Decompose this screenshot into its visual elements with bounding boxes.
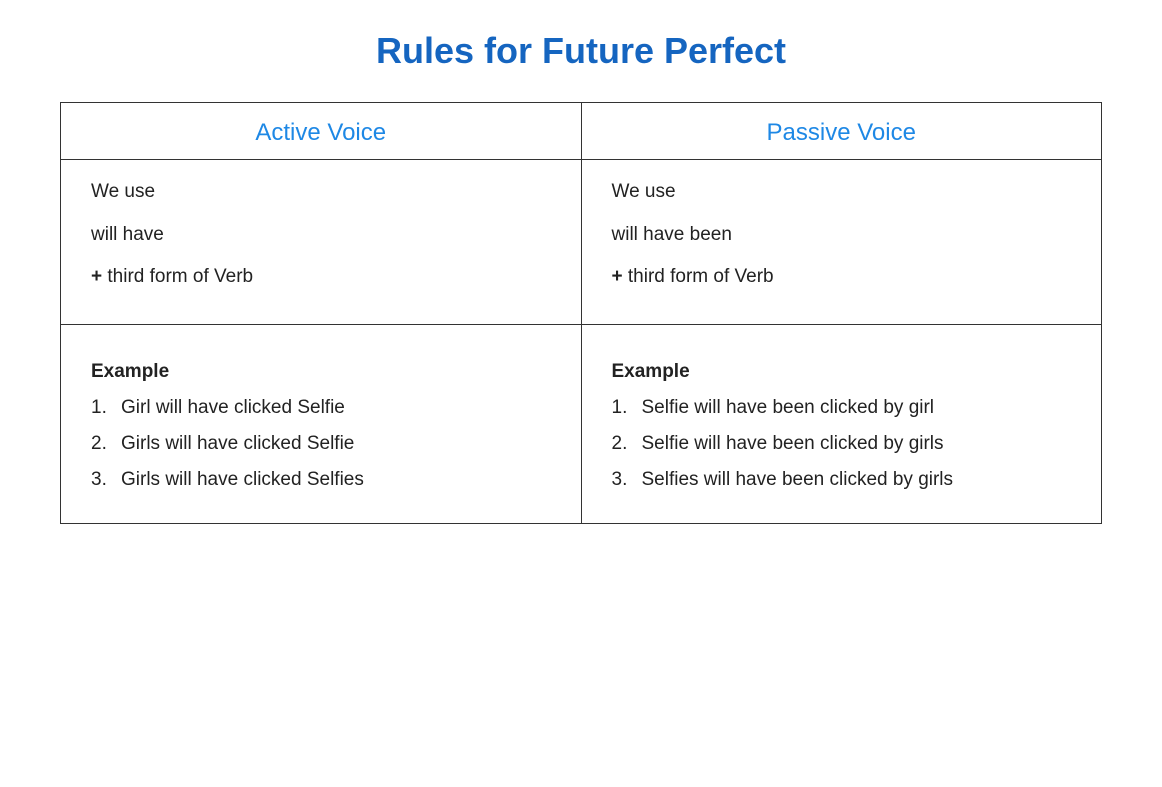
active-plus-sign: + — [91, 266, 102, 287]
active-verb-form: third form of Verb — [107, 266, 253, 287]
active-rule-line2: will have — [91, 221, 551, 250]
active-example-3: 3. Girls will have clicked Selfies — [91, 469, 551, 491]
active-example-3-num: 3. — [91, 469, 121, 491]
passive-voice-header: Passive Voice — [581, 103, 1102, 160]
passive-example-3: 3. Selfies will have been clicked by gir… — [612, 469, 1072, 491]
passive-examples-cell: Example 1. Selfie will have been clicked… — [581, 324, 1102, 523]
active-example-1-text: Girl will have clicked Selfie — [121, 397, 345, 419]
passive-verb-form: third form of Verb — [628, 266, 774, 287]
passive-example-3-num: 3. — [612, 469, 642, 491]
passive-rule-line3: + third form of Verb — [612, 263, 1072, 292]
rules-table: Active Voice Passive Voice We use will h… — [60, 102, 1102, 524]
active-voice-header: Active Voice — [61, 103, 582, 160]
active-example-2-text: Girls will have clicked Selfie — [121, 433, 354, 455]
active-example-label: Example — [91, 361, 551, 383]
passive-example-2-text: Selfie will have been clicked by girls — [642, 433, 944, 455]
passive-example-label: Example — [612, 361, 1072, 383]
active-example-3-text: Girls will have clicked Selfies — [121, 469, 364, 491]
passive-example-3-text: Selfies will have been clicked by girls — [642, 469, 954, 491]
active-example-2-num: 2. — [91, 433, 121, 455]
active-examples-cell: Example 1. Girl will have clicked Selfie… — [61, 324, 582, 523]
passive-rule-line2: will have been — [612, 221, 1072, 250]
passive-example-2: 2. Selfie will have been clicked by girl… — [612, 433, 1072, 455]
active-rule-line3: + third form of Verb — [91, 263, 551, 292]
active-example-2: 2. Girls will have clicked Selfie — [91, 433, 551, 455]
page-title: Rules for Future Perfect — [376, 30, 786, 72]
active-rules-cell: We use will have + third form of Verb — [61, 160, 582, 325]
passive-rule-line1: We use — [612, 178, 1072, 207]
passive-example-2-num: 2. — [612, 433, 642, 455]
passive-plus-sign: + — [612, 266, 623, 287]
passive-example-1: 1. Selfie will have been clicked by girl — [612, 397, 1072, 419]
passive-example-1-text: Selfie will have been clicked by girl — [642, 397, 935, 419]
passive-example-list: 1. Selfie will have been clicked by girl… — [612, 397, 1072, 491]
passive-rules-cell: We use will have been + third form of Ve… — [581, 160, 1102, 325]
passive-example-1-num: 1. — [612, 397, 642, 419]
active-example-1: 1. Girl will have clicked Selfie — [91, 397, 551, 419]
active-example-list: 1. Girl will have clicked Selfie 2. Girl… — [91, 397, 551, 491]
active-rule-line1: We use — [91, 178, 551, 207]
active-example-1-num: 1. — [91, 397, 121, 419]
